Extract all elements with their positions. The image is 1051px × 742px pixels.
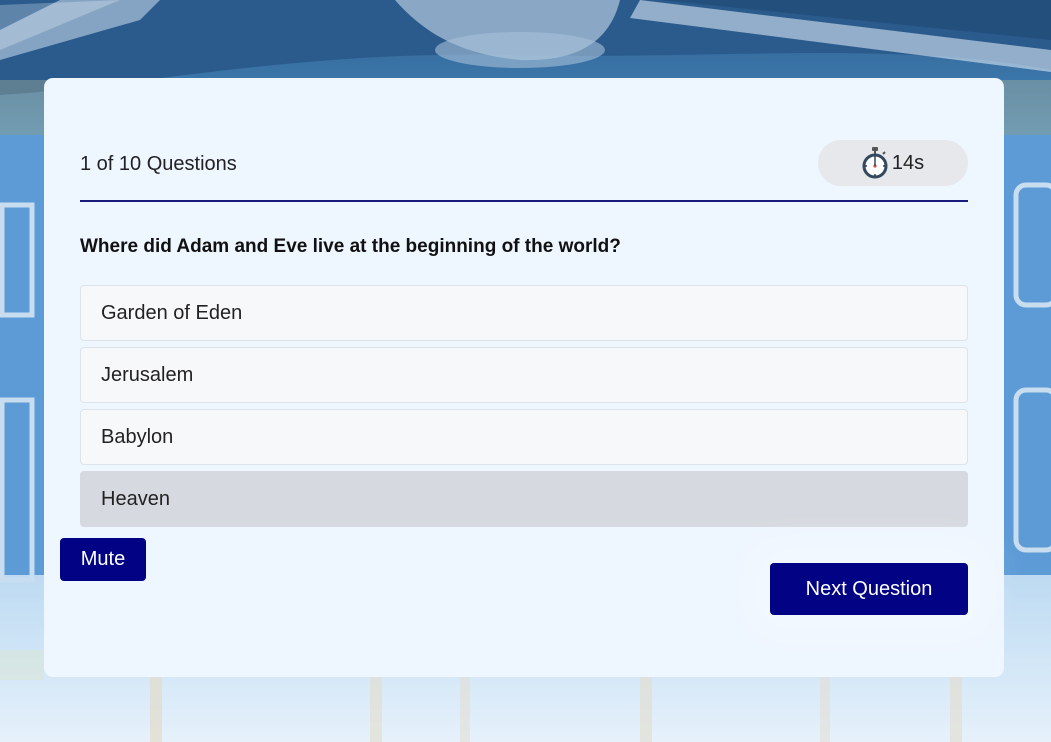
answer-options: Garden of Eden Jerusalem Babylon Heaven bbox=[80, 285, 968, 533]
timer-value: 14s bbox=[891, 151, 925, 174]
stopwatch-icon bbox=[862, 147, 888, 179]
answer-option[interactable]: Babylon bbox=[80, 409, 968, 465]
quiz-header: 1 of 10 Questions 14s bbox=[80, 140, 968, 202]
answer-option-label: Babylon bbox=[101, 425, 174, 448]
quiz-card: 1 of 10 Questions 14s Where did Adam and… bbox=[44, 78, 1004, 677]
answer-option-label: Jerusalem bbox=[101, 363, 194, 386]
answer-option-selected[interactable]: Heaven bbox=[80, 471, 968, 527]
next-question-button[interactable]: Next Question bbox=[770, 563, 968, 615]
mute-button[interactable]: Mute bbox=[60, 538, 146, 581]
question-counter: 1 of 10 Questions bbox=[80, 153, 237, 175]
timer-badge: 14s bbox=[818, 140, 968, 186]
answer-option-label: Heaven bbox=[101, 487, 170, 510]
answer-option[interactable]: Jerusalem bbox=[80, 347, 968, 403]
answer-option-label: Garden of Eden bbox=[101, 301, 243, 324]
answer-option[interactable]: Garden of Eden bbox=[80, 285, 968, 341]
question-text: Where did Adam and Eve live at the begin… bbox=[80, 236, 621, 257]
